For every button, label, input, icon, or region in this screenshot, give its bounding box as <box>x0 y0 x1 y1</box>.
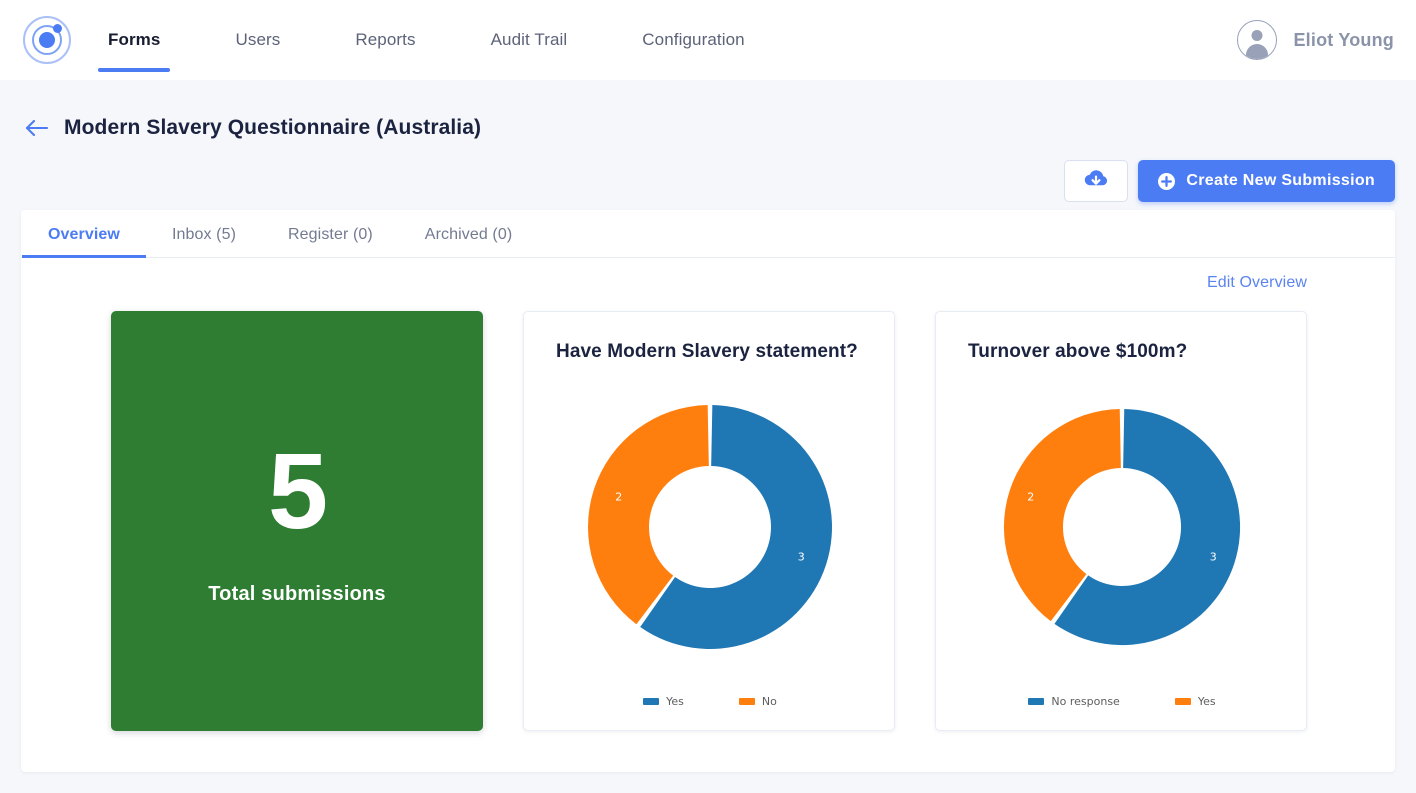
nav-item-label: Forms <box>108 30 161 49</box>
total-submissions-label: Total submissions <box>208 582 386 605</box>
donut-svg <box>588 405 832 650</box>
legend-label: No <box>761 695 777 708</box>
tab-label: Register (0) <box>288 226 373 243</box>
tab-label: Overview <box>48 226 120 243</box>
nav-item-users[interactable]: Users <box>225 0 290 80</box>
logo-satellite-dot <box>53 24 62 33</box>
tab-label: Archived (0) <box>424 226 513 243</box>
nav-item-audit-trail[interactable]: Audit Trail <box>481 0 578 80</box>
page-title: Modern Slavery Questionnaire (Australia) <box>64 116 482 139</box>
overview-cards: 5 Total submissions Have Modern Slavery … <box>21 292 1395 731</box>
edit-overview-link[interactable]: Edit Overview <box>1207 274 1307 292</box>
chart-card-modern-slavery-statement: Have Modern Slavery statement? 3 2 Yes N… <box>523 311 895 731</box>
primary-nav: Forms Users Reports Audit Trail Configur… <box>98 0 810 80</box>
tab-inbox[interactable]: Inbox (5) <box>146 226 262 257</box>
nav-item-label: Configuration <box>642 30 745 49</box>
chart-card-turnover: Turnover above $100m? 3 2 No response Ye… <box>935 311 1307 731</box>
page-header: Modern Slavery Questionnaire (Australia) <box>0 80 1416 144</box>
tab-bar: Overview Inbox (5) Register (0) Archived… <box>21 210 1395 258</box>
legend-swatch <box>643 698 660 705</box>
tab-label: Inbox (5) <box>171 226 237 243</box>
chart-plot-area: 3 2 <box>968 364 1276 695</box>
chart-plot-area: 3 2 <box>556 364 864 695</box>
edit-overview-row: Edit Overview <box>21 258 1395 292</box>
legend-swatch <box>738 698 755 705</box>
nav-item-label: Reports <box>355 30 416 49</box>
total-submissions-value: 5 <box>267 429 328 551</box>
create-new-submission-label: Create New Submission <box>1186 172 1375 189</box>
total-submissions-card: 5 Total submissions <box>111 311 483 731</box>
tab-register[interactable]: Register (0) <box>262 226 399 257</box>
legend-swatch <box>1028 698 1045 705</box>
donut-chart-2: 3 2 <box>1002 407 1242 652</box>
legend-label: Yes <box>1197 695 1216 708</box>
orbit-logo-icon[interactable] <box>22 15 72 65</box>
donut-svg <box>1003 409 1241 646</box>
legend-item[interactable]: Yes <box>643 695 684 708</box>
legend-swatch <box>1174 698 1191 705</box>
tab-archived[interactable]: Archived (0) <box>399 226 538 257</box>
nav-item-reports[interactable]: Reports <box>345 0 425 80</box>
chart-legend: Yes No <box>556 695 864 730</box>
logo-core-dot <box>39 32 55 48</box>
nav-item-forms[interactable]: Forms <box>98 0 171 80</box>
nav-item-label: Audit Trail <box>490 30 568 49</box>
legend-item[interactable]: No <box>738 695 777 708</box>
cloud-download-icon <box>1083 168 1109 195</box>
user-menu[interactable]: Eliot Young <box>1237 0 1394 80</box>
legend-item[interactable]: Yes <box>1174 695 1216 708</box>
chart-title: Have Modern Slavery statement? <box>556 341 858 362</box>
content-panel: Overview Inbox (5) Register (0) Archived… <box>21 210 1395 772</box>
nav-item-configuration[interactable]: Configuration <box>632 0 754 80</box>
top-navigation-bar: Forms Users Reports Audit Trail Configur… <box>0 0 1416 80</box>
user-name: Eliot Young <box>1293 29 1394 50</box>
legend-label: No response <box>1051 695 1120 708</box>
legend-item[interactable]: No response <box>1028 695 1120 708</box>
page-action-row: Create New Submission <box>0 144 1416 202</box>
avatar-head <box>1251 30 1263 41</box>
tab-overview[interactable]: Overview <box>22 226 146 258</box>
create-new-submission-button[interactable]: Create New Submission <box>1138 160 1395 202</box>
nav-item-label: Users <box>235 30 281 49</box>
donut-chart-1: 3 2 <box>586 403 834 656</box>
download-button[interactable] <box>1064 160 1129 202</box>
plus-circle-icon <box>1158 172 1176 190</box>
avatar-body <box>1246 44 1269 59</box>
arrow-left-icon[interactable] <box>24 115 50 141</box>
legend-label: Yes <box>666 695 684 708</box>
person-avatar-icon <box>1237 20 1278 60</box>
chart-legend: No response Yes <box>968 695 1276 730</box>
chart-title: Turnover above $100m? <box>968 341 1188 362</box>
